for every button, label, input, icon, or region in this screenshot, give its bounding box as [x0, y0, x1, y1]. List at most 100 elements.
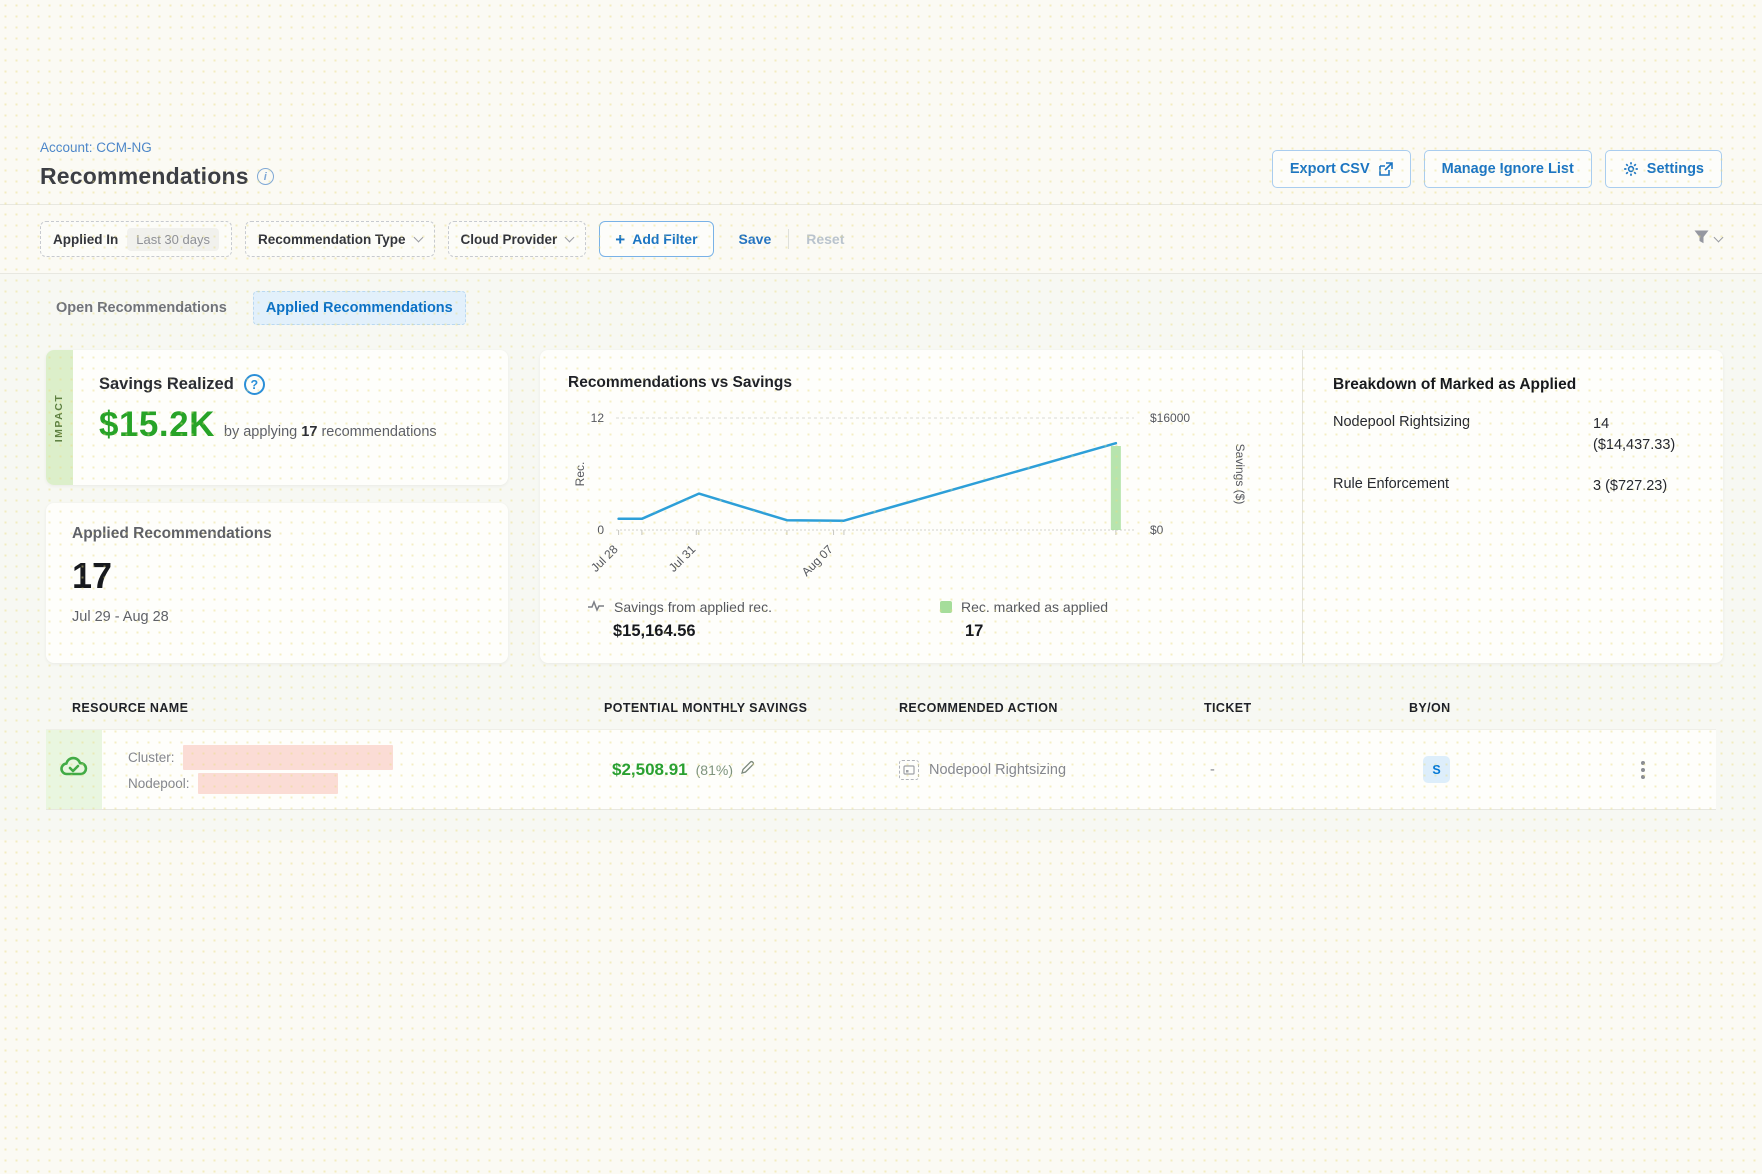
chart-svg: 120$16000$0Rec.Savings ($)Jul 28Jul 31Au… — [568, 400, 1268, 590]
cluster-label: Cluster: — [128, 750, 175, 765]
svg-text:Savings ($): Savings ($) — [1233, 444, 1247, 505]
impact-label: IMPACT — [54, 393, 66, 441]
save-filter-link[interactable]: Save — [739, 231, 772, 247]
filter-applied-in-value[interactable]: Last 30 days — [127, 228, 219, 251]
col-recommended-action: RECOMMENDED ACTION — [899, 701, 1204, 715]
svg-text:0: 0 — [597, 523, 604, 537]
row-menu[interactable] — [1569, 768, 1716, 772]
kebab-menu-icon — [1641, 768, 1645, 772]
page-title: Recommendations — [40, 163, 249, 190]
legend-item-savings: Savings from applied rec. $15,164.56 — [588, 599, 940, 641]
filter-panel-toggle[interactable] — [1693, 229, 1722, 250]
tab-applied-recommendations[interactable]: Applied Recommendations — [253, 291, 466, 325]
filter-cloud-provider-label: Cloud Provider — [461, 232, 558, 247]
nodepool-label: Nodepool: — [128, 776, 190, 791]
savings-cell: $2,508.91 (81%) — [604, 760, 899, 780]
add-filter-label: Add Filter — [632, 231, 697, 247]
nodepool-icon — [899, 760, 919, 780]
manage-ignore-list-button[interactable]: Manage Ignore List — [1424, 150, 1592, 188]
reset-filter-link[interactable]: Reset — [806, 231, 844, 247]
savings-amount: $2,508.91 — [612, 760, 688, 780]
content-area: Open Recommendations Applied Recommendat… — [0, 273, 1762, 840]
edit-pencil-icon[interactable] — [741, 760, 755, 779]
applied-card-title: Applied Recommendations — [72, 525, 482, 543]
applied-card-count: 17 — [72, 555, 482, 597]
legend-savings-value: $15,164.56 — [588, 622, 940, 641]
recommendations-page: Account: CCM-NG Recommendations i Export… — [0, 0, 1762, 840]
breakdown-row-label: Nodepool Rightsizing — [1333, 414, 1470, 456]
savings-realized-amount: $15.2K — [99, 405, 215, 445]
savings-realized-title: Savings Realized — [99, 375, 234, 394]
savings-realized-card: IMPACT Savings Realized ? $15.2K by appl… — [46, 350, 508, 485]
resource-type-strip — [46, 730, 102, 809]
filter-bar: Applied In Last 30 days Recommendation T… — [0, 205, 1762, 273]
gear-icon — [1623, 161, 1639, 177]
resource-name-cell[interactable]: Cluster: Nodepool: — [102, 742, 604, 797]
by-on-cell: S — [1409, 756, 1569, 783]
recommended-action-label: Nodepool Rightsizing — [929, 762, 1066, 778]
info-icon[interactable]: i — [257, 168, 274, 185]
svg-text:Jul 28: Jul 28 — [588, 542, 621, 575]
chevron-down-icon — [413, 232, 423, 242]
svg-text:$16000: $16000 — [1150, 411, 1190, 425]
header-left: Account: CCM-NG Recommendations i — [40, 140, 274, 190]
chevron-down-icon — [1714, 232, 1724, 242]
help-icon[interactable]: ? — [244, 374, 265, 395]
funnel-icon — [1693, 229, 1710, 250]
chart-title: Recommendations vs Savings — [568, 374, 1292, 392]
breakdown-row-value: 14 ($14,437.33) — [1593, 414, 1693, 456]
table-row[interactable]: Cluster: Nodepool: $2,508.91 (81%) Nodep… — [46, 729, 1716, 810]
redacted-nodepool-name — [198, 773, 338, 794]
desc-prefix: by applying — [224, 424, 297, 440]
legend-marked-value: 17 — [940, 622, 1292, 641]
legend-item-marked: Rec. marked as applied 17 — [940, 599, 1292, 641]
desc-suffix: recommendations — [321, 424, 436, 440]
col-by-on: BY/ON — [1409, 701, 1569, 715]
breakdown-row-label: Rule Enforcement — [1333, 476, 1449, 497]
export-csv-label: Export CSV — [1290, 161, 1370, 177]
breakdown-panel: Breakdown of Marked as Applied Nodepool … — [1303, 350, 1723, 663]
export-csv-button[interactable]: Export CSV — [1272, 150, 1411, 188]
filter-cloud-provider[interactable]: Cloud Provider — [448, 221, 587, 257]
savings-realized-desc: by applying 17 recommendations — [224, 424, 437, 440]
page-header: Account: CCM-NG Recommendations i Export… — [0, 140, 1762, 190]
svg-text:12: 12 — [591, 411, 605, 425]
filter-recommendation-type[interactable]: Recommendation Type — [245, 221, 435, 257]
settings-button[interactable]: Settings — [1605, 150, 1722, 188]
applied-card-date-range: Jul 29 - Aug 28 — [72, 609, 482, 625]
green-square-icon — [940, 601, 952, 613]
redacted-cluster-name — [183, 745, 393, 770]
tab-open-recommendations[interactable]: Open Recommendations — [46, 292, 237, 324]
svg-text:$0: $0 — [1150, 523, 1164, 537]
breakdown-row: Nodepool Rightsizing 14 ($14,437.33) — [1333, 414, 1693, 456]
manage-ignore-list-label: Manage Ignore List — [1442, 161, 1574, 177]
recommended-action-cell: Nodepool Rightsizing — [899, 760, 1204, 780]
breakdown-row: Rule Enforcement 3 ($727.23) — [1333, 476, 1693, 497]
summary-column: IMPACT Savings Realized ? $15.2K by appl… — [46, 350, 508, 663]
plus-icon: + — [615, 231, 625, 248]
cloud-icon — [59, 755, 89, 784]
account-breadcrumb[interactable]: Account: CCM-NG — [40, 140, 274, 155]
table-header: RESOURCE NAME POTENTIAL MONTHLY SAVINGS … — [46, 701, 1716, 729]
avatar[interactable]: S — [1423, 756, 1450, 783]
svg-text:Rec.: Rec. — [573, 462, 587, 487]
col-actions — [1569, 701, 1716, 715]
recommendations-table: RESOURCE NAME POTENTIAL MONTHLY SAVINGS … — [46, 701, 1716, 810]
add-filter-button[interactable]: + Add Filter — [599, 221, 713, 257]
svg-text:Aug 07: Aug 07 — [799, 542, 836, 579]
desc-count: 17 — [301, 424, 317, 440]
activity-line-icon — [588, 599, 605, 615]
ticket-cell: - — [1204, 762, 1409, 778]
filter-recommendation-type-label: Recommendation Type — [258, 232, 406, 247]
savings-percent: (81%) — [696, 762, 733, 778]
settings-label: Settings — [1647, 161, 1704, 177]
breakdown-title: Breakdown of Marked as Applied — [1333, 376, 1693, 394]
legend-savings-label: Savings from applied rec. — [614, 599, 772, 615]
legend-marked-label: Rec. marked as applied — [961, 599, 1108, 615]
col-resource-name: RESOURCE NAME — [72, 701, 604, 715]
filter-applied-in[interactable]: Applied In Last 30 days — [40, 221, 232, 257]
impact-strip: IMPACT — [46, 350, 73, 485]
external-link-icon — [1378, 162, 1393, 177]
col-ticket: TICKET — [1204, 701, 1409, 715]
chart-pane: Recommendations vs Savings 12 0 $16000 $0 Re… — [540, 350, 1302, 663]
